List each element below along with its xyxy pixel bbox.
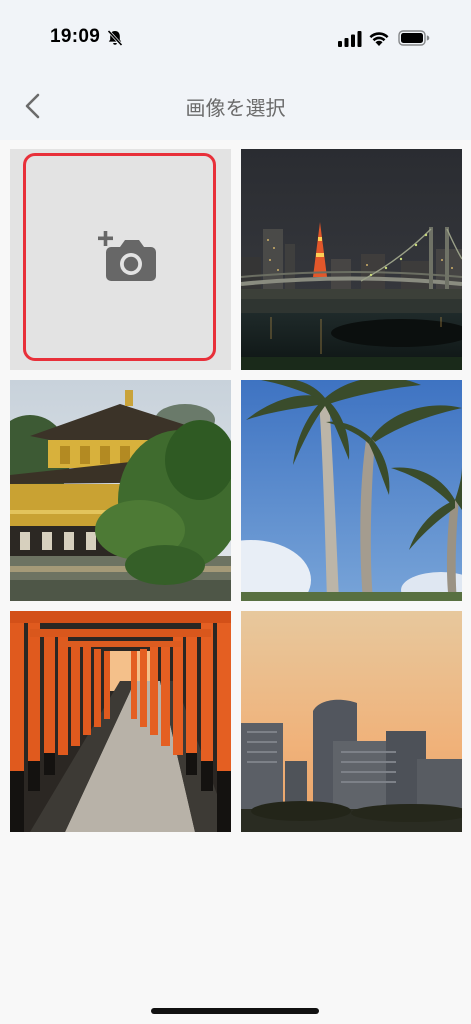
photo-torii-path[interactable] xyxy=(10,611,231,832)
status-bar: 19:09 xyxy=(0,0,471,72)
camera-plus-icon xyxy=(98,231,156,281)
add-photo-tile[interactable] xyxy=(10,149,231,370)
page-title: 画像を選択 xyxy=(185,96,286,120)
status-time: 19:09 xyxy=(50,26,101,47)
photo-tokyo-night-bridge[interactable] xyxy=(241,149,462,370)
photo-palm-trees[interactable] xyxy=(241,380,462,601)
nav-bar: 画像を選択 xyxy=(0,72,471,140)
photo-golden-pavilion[interactable] xyxy=(10,380,231,601)
photo-city-sunset[interactable] xyxy=(241,611,462,832)
wifi-icon xyxy=(369,32,389,46)
image-grid xyxy=(0,140,471,1024)
bell-off-icon xyxy=(107,29,123,47)
home-indicator xyxy=(151,1008,319,1014)
battery-icon xyxy=(398,30,430,46)
signal-icon xyxy=(338,31,362,47)
